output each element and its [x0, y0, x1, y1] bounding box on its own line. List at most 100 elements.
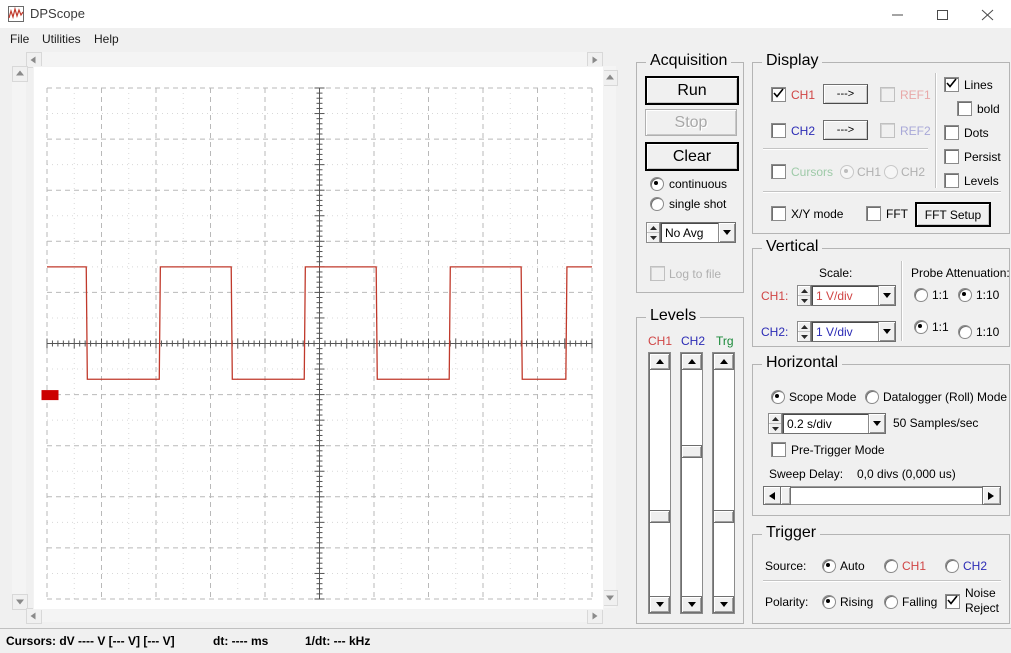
lines-checkbox[interactable] — [944, 77, 959, 92]
ch2-scale-spinner[interactable] — [797, 321, 811, 342]
chevron-down-icon[interactable] — [718, 223, 735, 242]
ch1-checkbox[interactable] — [771, 87, 786, 102]
radio-continuous-label: continuous — [669, 177, 728, 191]
level-ch1-down-button[interactable] — [649, 596, 670, 613]
level-ch1-thumb[interactable] — [649, 510, 670, 524]
avg-spinner-down[interactable] — [647, 233, 659, 242]
ch1-scale-combo[interactable]: 1 V/div — [811, 285, 896, 306]
level-trg-up-button[interactable] — [713, 353, 734, 370]
chevron-down-icon — [16, 599, 24, 605]
level-slider-trg[interactable] — [712, 352, 735, 614]
avg-spinner[interactable] — [646, 222, 660, 243]
trigger-source-ch1-radio[interactable] — [884, 559, 898, 573]
ch1-arrow-button[interactable]: ---> — [823, 84, 868, 104]
persist-checkbox[interactable] — [944, 149, 959, 164]
chevron-down-icon[interactable] — [878, 286, 895, 305]
plot-hscrollbar-bottom[interactable] — [26, 608, 602, 622]
close-button[interactable] — [966, 0, 1011, 28]
ch1-att-1-1-radio[interactable] — [914, 288, 928, 302]
chevron-down-icon — [771, 426, 779, 431]
avg-spinner-up[interactable] — [647, 223, 659, 233]
clear-button[interactable]: Clear — [645, 142, 739, 171]
scope-mode-radio[interactable] — [771, 390, 785, 404]
plot-scroll-up-button-left[interactable] — [12, 66, 28, 82]
ref1-checkbox[interactable] — [880, 87, 895, 102]
plot-vscrollbar-right[interactable] — [602, 66, 616, 608]
ch1-att-1-10-radio[interactable] — [958, 288, 972, 302]
ch1-scale-spinner-up[interactable] — [798, 286, 810, 296]
chevron-up-icon — [800, 324, 808, 329]
menu-item-file[interactable]: File — [4, 30, 35, 48]
radio-single-shot[interactable] — [650, 197, 664, 211]
sweep-delay-thumb[interactable] — [780, 486, 791, 505]
cursors-checkbox[interactable] — [771, 164, 786, 179]
pre-trigger-checkbox[interactable] — [771, 442, 786, 457]
menu-item-help[interactable]: Help — [88, 30, 125, 48]
sweep-delay-scrollbar[interactable] — [763, 486, 1001, 505]
averaging-combo[interactable]: No Avg — [660, 222, 736, 243]
bold-checkbox[interactable] — [957, 101, 972, 116]
ch2-att-1-1-radio[interactable] — [914, 320, 928, 334]
trigger-source-ch2-radio[interactable] — [945, 559, 959, 573]
menu-item-utilities[interactable]: Utilities — [36, 30, 87, 48]
ch1-scale-spinner-down[interactable] — [798, 296, 810, 305]
cursors-ch2-radio[interactable] — [884, 165, 898, 179]
timebase-spinner-up[interactable] — [769, 414, 781, 424]
ch2-arrow-button[interactable]: ---> — [823, 120, 868, 140]
level-ch2-thumb[interactable] — [681, 444, 702, 458]
ch1-att-1-1-label: 1:1 — [932, 288, 949, 302]
level-trg-thumb[interactable] — [713, 510, 734, 524]
ch2-scale-combo[interactable]: 1 V/div — [811, 321, 896, 342]
timebase-spinner-down[interactable] — [769, 424, 781, 433]
display-divider-vertical — [935, 73, 937, 188]
level-ch2-up-button[interactable] — [681, 353, 702, 370]
radio-continuous[interactable] — [650, 177, 664, 191]
chevron-up-icon — [800, 288, 808, 293]
chevron-down-icon[interactable] — [868, 414, 885, 433]
levels-checkbox[interactable] — [944, 173, 959, 188]
xy-mode-checkbox[interactable] — [771, 206, 786, 221]
ch1-scale-spinner[interactable] — [797, 285, 811, 306]
ch2-att-1-10-radio[interactable] — [958, 325, 972, 339]
status-cursors: Cursors: dV ---- V [--- V] [--- V] — [6, 634, 175, 648]
cursors-ch1-radio[interactable] — [840, 165, 854, 179]
plot-hscrollbar-top[interactable] — [26, 52, 602, 66]
trigger-polarity-rising-radio[interactable] — [822, 595, 836, 609]
sweep-delay-right-button[interactable] — [982, 486, 1001, 505]
minimize-button[interactable] — [876, 0, 921, 28]
ref2-checkbox[interactable] — [880, 123, 895, 138]
fft-setup-button[interactable]: FFT Setup — [915, 202, 991, 227]
run-button[interactable]: Run — [645, 76, 739, 105]
plot-scroll-down-button-right[interactable] — [602, 590, 618, 606]
level-ch2-down-button[interactable] — [681, 596, 702, 613]
trigger-polarity-falling-radio[interactable] — [884, 595, 898, 609]
check-icon — [947, 595, 958, 605]
level-slider-ch2[interactable] — [680, 352, 703, 614]
fft-checkbox[interactable] — [866, 206, 881, 221]
stop-button[interactable]: Stop — [645, 109, 737, 136]
oscilloscope-plot[interactable] — [33, 66, 604, 610]
datalogger-mode-radio[interactable] — [865, 390, 879, 404]
log-to-file-checkbox[interactable] — [650, 266, 665, 281]
level-slider-ch1[interactable] — [648, 352, 671, 614]
bold-label: bold — [977, 102, 1000, 116]
plot-scroll-right-button-bottom[interactable] — [587, 608, 603, 624]
maximize-button[interactable] — [921, 0, 966, 28]
scale-header: Scale: — [819, 266, 853, 280]
ch2-scale-spinner-up[interactable] — [798, 322, 810, 332]
level-ch1-up-button[interactable] — [649, 353, 670, 370]
plot-scroll-left-button-bottom[interactable] — [26, 608, 42, 624]
ch2-scale-spinner-down[interactable] — [798, 332, 810, 341]
level-trg-down-button[interactable] — [713, 596, 734, 613]
ch1-scale-value: 1 V/div — [816, 288, 853, 303]
timebase-combo[interactable]: 0.2 s/div — [782, 413, 886, 434]
timebase-spinner[interactable] — [768, 413, 782, 434]
chevron-down-icon — [687, 602, 696, 607]
dots-checkbox[interactable] — [944, 125, 959, 140]
plot-scroll-up-button-right[interactable] — [602, 70, 618, 86]
trigger-source-auto-radio[interactable] — [822, 559, 836, 573]
noise-reject-checkbox[interactable] — [945, 594, 960, 609]
ch2-checkbox[interactable] — [771, 123, 786, 138]
chevron-down-icon[interactable] — [878, 322, 895, 341]
plot-vscrollbar-left[interactable] — [12, 66, 26, 608]
